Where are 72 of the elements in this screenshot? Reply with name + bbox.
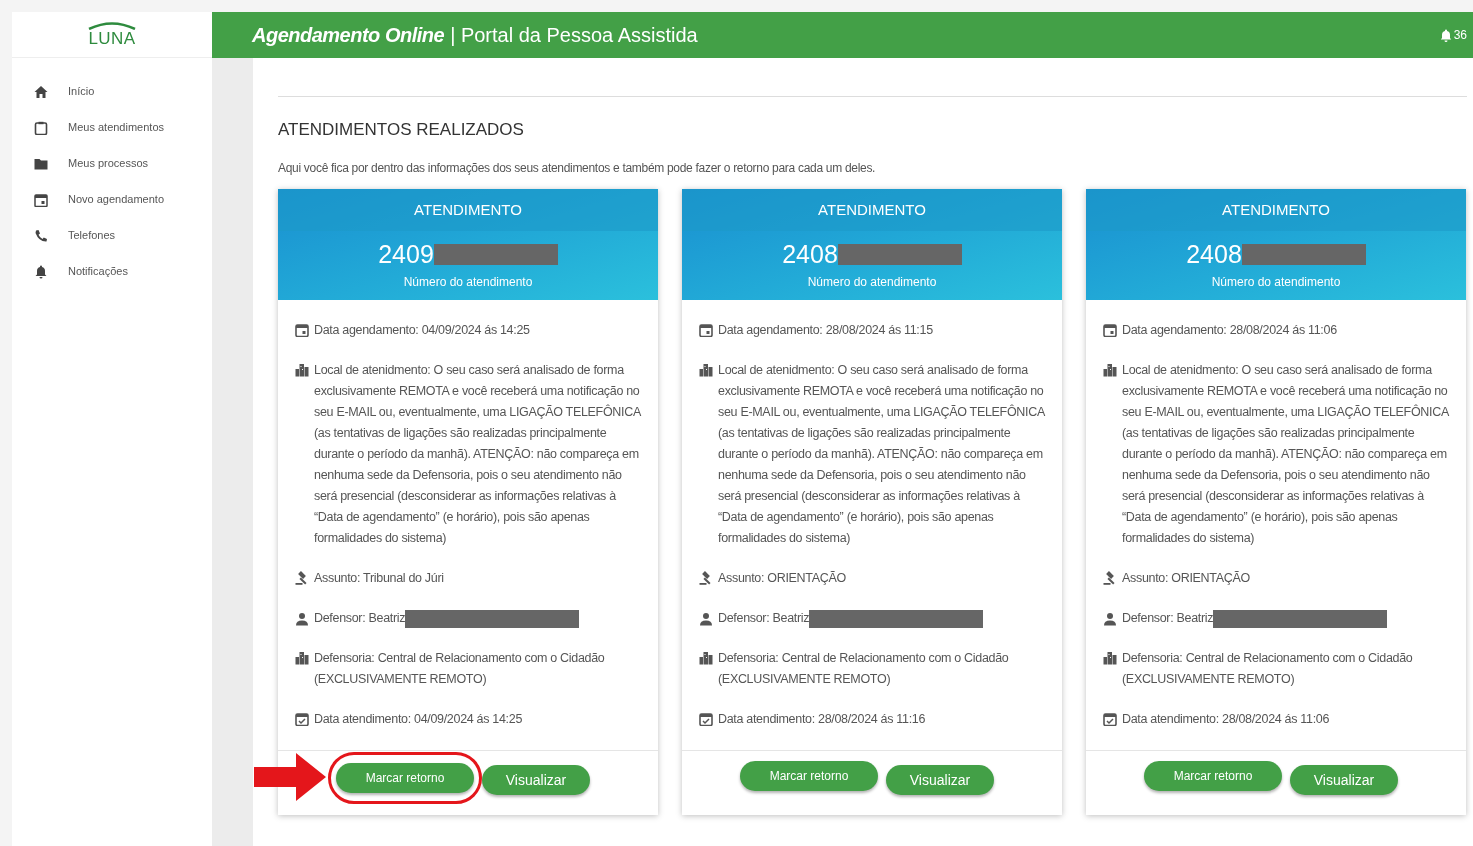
folder-icon <box>34 156 48 171</box>
card-heading: ATENDIMENTO <box>682 188 1062 231</box>
buildings-icon <box>699 363 713 377</box>
sidebar-item[interactable]: Meus atendimentos <box>12 116 212 139</box>
section-description: Aqui você fica por dentro das informações dos seus atendimentos e também pode fazer o retorno para cada um deles. <box>278 159 877 177</box>
sidebar-item[interactable]: Início <box>12 80 212 103</box>
luna-logo: LUNA <box>87 21 137 48</box>
appointment-number: 2408 <box>782 239 838 269</box>
app-title: Agendamento Online <box>252 23 445 48</box>
calendar-check-icon <box>699 712 713 726</box>
view-button[interactable]: Visualizar <box>482 765 590 795</box>
field-text: Data atendimento: 04/09/2024 ás 14:25 <box>314 711 523 728</box>
bell-icon <box>34 264 48 279</box>
person-icon <box>295 611 309 626</box>
field-text: Local de atenidmento: O seu caso será analisado de forma exclusivamente REMOTA e você receberá uma notificação no seu E-MAIL ou, eventualmente, uma LIGAÇÃO TELEFÔNICA (as tentativas de ligações são realizadas principalmente durante o período da manhã). ATENÇÃO: não compareça em nenhuma sede da Defensoria, pois o seu atendimento não será presencial (desconsiderar as informações relativas à “Data de agendamento” (e horário), pois são apenas formalidades do sistema) <box>314 362 641 547</box>
calendar-icon <box>295 323 309 337</box>
field-text: Defensor: Beatriz <box>1122 610 1214 627</box>
appointment-number: 2408 <box>1186 239 1242 269</box>
return-button[interactable]: Marcar retorno <box>740 761 878 791</box>
sidebar-item[interactable]: Telefones <box>12 224 212 247</box>
person-icon <box>1103 611 1117 626</box>
field-text: Local de atenidmento: O seu caso será analisado de forma exclusivamente REMOTA e você receberá uma notificação no seu E-MAIL ou, eventualmente, uma LIGAÇÃO TELEFÔNICA (as tentativas de ligações são realizadas principalmente durante o período da manhã). ATENÇÃO: não compareça em nenhuma sede da Defensoria, pois o seu atendimento não será presencial (desconsiderar as informações relativas à “Data de agendamento” (e horário), pois são apenas formalidades do sistema) <box>718 362 1045 547</box>
field-text: Defensoria: Central de Relacionamento com o Cidadão (EXCLUSIVAMENTE REMOTO) <box>314 650 606 688</box>
field-text: Data atendimento: 28/08/2024 ás 11:16 <box>718 711 926 728</box>
calendar-check-icon <box>295 712 309 726</box>
buildings-icon <box>1103 363 1117 377</box>
home-icon <box>34 84 48 99</box>
sidebar-item[interactable]: Meus processos <box>12 152 212 175</box>
number-label: Número do atendimento <box>807 274 937 291</box>
return-button[interactable]: Marcar retorno <box>1144 761 1282 791</box>
gavel-icon <box>295 571 309 585</box>
portal-subtitle: | Portal da Pessoa Assistida <box>450 23 698 48</box>
card-heading: ATENDIMENTO <box>278 188 658 231</box>
field-text: Data agendamento: 04/09/2024 ás 14:25 <box>314 322 530 339</box>
notification-button[interactable]: 36 <box>1439 26 1467 44</box>
field-text: Data agendamento: 28/08/2024 ás 11:15 <box>718 322 933 339</box>
calendar-check-icon <box>1103 712 1117 726</box>
appointment-number: 2409 <box>378 239 434 269</box>
phone-icon <box>34 228 48 243</box>
return-button[interactable]: Marcar retorno <box>336 763 474 793</box>
field-text: Local de atenidmento: O seu caso será analisado de forma exclusivamente REMOTA e você receberá uma notificação no seu E-MAIL ou, eventualmente, uma LIGAÇÃO TELEFÔNICA (as tentativas de ligações são realizadas principalmente durante o período da manhã). ATENÇÃO: não compareça em nenhuma sede da Defensoria, pois o seu atendimento não será presencial (desconsiderar as informações relativas à “Data de agendamento” (e horário), pois são apenas formalidades do sistema) <box>1122 362 1449 547</box>
section-title: ATENDIMENTOS REALIZADOS <box>278 119 525 141</box>
clipboard-icon <box>34 120 48 135</box>
field-text: Defensor: Beatriz <box>314 610 406 627</box>
bell-icon <box>1439 28 1452 42</box>
buildings-icon <box>295 651 309 665</box>
calendar-icon <box>34 192 48 207</box>
card-heading: ATENDIMENTO <box>1086 188 1466 231</box>
gavel-icon <box>699 571 713 585</box>
calendar-icon <box>1103 323 1117 337</box>
gavel-icon <box>1103 571 1117 585</box>
field-text: Assunto: Tribunal do Júri <box>314 570 444 587</box>
field-text: Data atendimento: 28/08/2024 ás 11:06 <box>1122 711 1330 728</box>
buildings-icon <box>295 363 309 377</box>
arc-icon <box>87 21 137 30</box>
field-text: Defensoria: Central de Relacionamento com o Cidadão (EXCLUSIVAMENTE REMOTO) <box>1122 650 1414 688</box>
buildings-icon <box>1103 651 1117 665</box>
view-button[interactable]: Visualizar <box>886 765 994 795</box>
field-text: Data agendamento: 28/08/2024 ás 11:06 <box>1122 322 1337 339</box>
view-button[interactable]: Visualizar <box>1290 765 1398 795</box>
number-label: Número do atendimento <box>1211 274 1341 291</box>
field-text: Defensoria: Central de Relacionamento com o Cidadão (EXCLUSIVAMENTE REMOTO) <box>718 650 1010 688</box>
sidebar-item[interactable]: Notificações <box>12 260 212 283</box>
sidebar-item[interactable]: Novo agendamento <box>12 188 212 211</box>
buildings-icon <box>699 651 713 665</box>
calendar-icon <box>699 323 713 337</box>
field-text: Assunto: ORIENTAÇÃO <box>718 570 846 587</box>
number-label: Número do atendimento <box>403 274 533 291</box>
person-icon <box>699 611 713 626</box>
field-text: Assunto: ORIENTAÇÃO <box>1122 570 1250 587</box>
pointer-arrow <box>254 753 326 801</box>
field-text: Defensor: Beatriz <box>718 610 810 627</box>
